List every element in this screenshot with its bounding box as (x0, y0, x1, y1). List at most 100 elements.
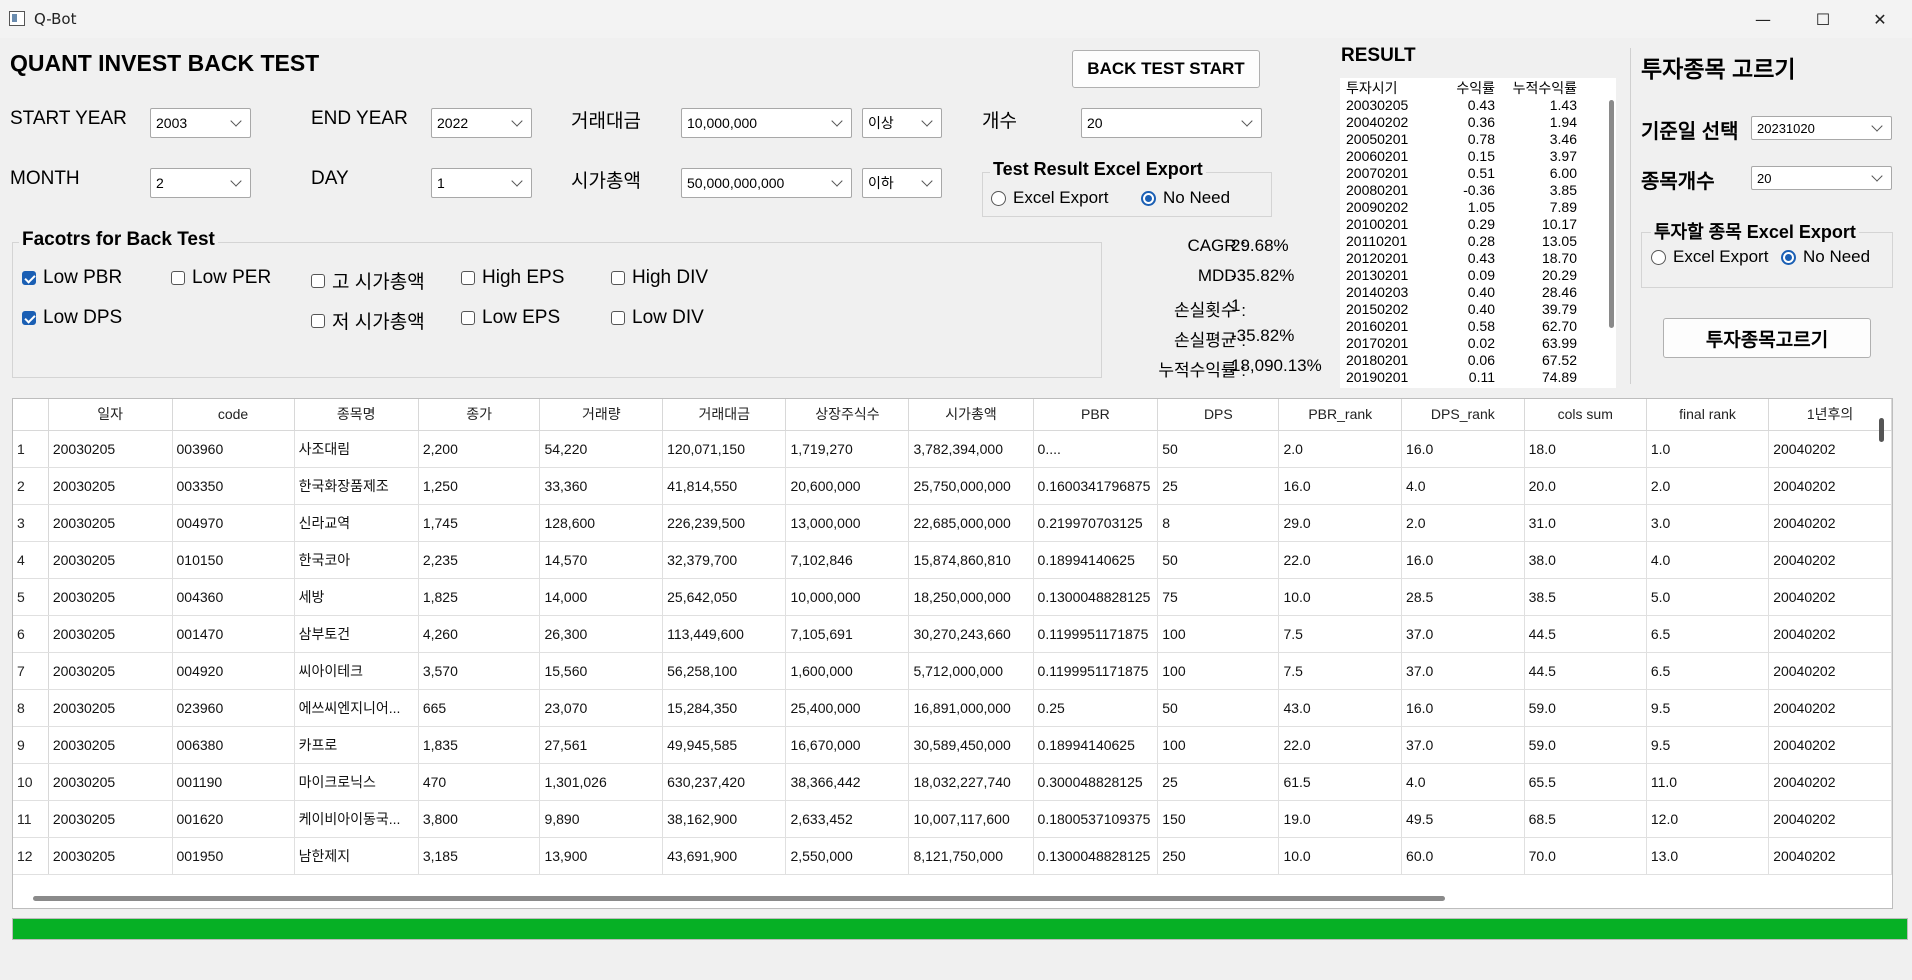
table-cell[interactable]: 113,449,600 (662, 615, 787, 653)
table-cell[interactable]: 0.18994140625 (1033, 541, 1159, 579)
column-header[interactable]: 상장주식수 (785, 399, 910, 431)
table-cell[interactable]: 0.1600341796875 (1033, 467, 1159, 505)
table-cell[interactable]: 50 (1157, 689, 1280, 727)
table-cell[interactable]: 16,891,000,000 (908, 689, 1034, 727)
table-cell[interactable]: 3,782,394,000 (908, 430, 1034, 468)
column-header[interactable]: 종가 (418, 399, 541, 431)
table-cell[interactable]: 1,301,026 (539, 763, 664, 801)
data-table[interactable]: 일자 code 종목명 종가 거래량 거래대금 상장주식수 시가총액 PBR DPS PBR_ran… (12, 398, 1893, 909)
column-header[interactable]: 일자 (48, 399, 173, 431)
row-number[interactable]: 10 (13, 763, 49, 801)
column-header[interactable]: final rank (1646, 399, 1770, 431)
table-cell[interactable]: 20040202 (1768, 800, 1892, 838)
table-cell[interactable]: 20040202 (1768, 689, 1892, 727)
table-cell[interactable]: 20030205 (48, 763, 173, 801)
table-row[interactable]: 2 20030205 003350 한국화장품제조 1,250 33,360 41,814,… (13, 467, 1892, 505)
table-row[interactable]: 10 20030205 001190 마이크로닉스 470 1,301,026 630,23… (13, 763, 1892, 801)
table-cell[interactable]: 20030205 (48, 430, 173, 468)
table-cell[interactable]: 18,250,000,000 (908, 578, 1034, 616)
table-cell[interactable]: 10.0 (1278, 578, 1403, 616)
table-cell[interactable]: 22.0 (1278, 726, 1403, 764)
table-cell[interactable]: 12.0 (1646, 800, 1770, 838)
table-cell[interactable]: 100 (1157, 652, 1280, 690)
table-cell[interactable]: 1,250 (418, 467, 541, 505)
table-cell[interactable]: 7,105,691 (785, 615, 910, 653)
column-header[interactable]: PBR_rank (1278, 399, 1403, 431)
row-number[interactable]: 3 (13, 504, 49, 542)
table-cell[interactable]: 70.0 (1524, 837, 1647, 875)
table-cell[interactable]: 20040202 (1768, 541, 1892, 579)
table-cell[interactable]: 20030205 (48, 541, 173, 579)
table-cell[interactable]: 004920 (172, 652, 295, 690)
table-cell[interactable]: 37.0 (1401, 615, 1525, 653)
table-cell[interactable]: 한국화장품제조 (294, 467, 419, 505)
table-cell[interactable]: 9.5 (1646, 689, 1770, 727)
column-header[interactable]: 1년후의 (1768, 399, 1892, 431)
table-cell[interactable]: 1,600,000 (785, 652, 910, 690)
table-row[interactable]: 3 20030205 004970 신라교역 1,745 128,600 226,239,5… (13, 504, 1892, 542)
table-cell[interactable]: 0.1800537109375 (1033, 800, 1159, 838)
table-cell[interactable]: 20040202 (1768, 467, 1892, 505)
table-cell[interactable]: 3.0 (1646, 504, 1770, 542)
high-div-checkbox[interactable]: High DIV (611, 267, 708, 289)
column-header[interactable]: 거래대금 (662, 399, 787, 431)
table-cell[interactable]: 22.0 (1278, 541, 1403, 579)
table-cell[interactable]: 49,945,585 (662, 726, 787, 764)
table-cell[interactable]: 4.0 (1646, 541, 1770, 579)
table-cell[interactable]: 27,561 (539, 726, 664, 764)
column-header[interactable]: PBR (1033, 399, 1159, 431)
table-cell[interactable]: 100 (1157, 615, 1280, 653)
table-cell[interactable]: 1,835 (418, 726, 541, 764)
table-cell[interactable]: 8,121,750,000 (908, 837, 1034, 875)
table-cell[interactable]: 0.300048828125 (1033, 763, 1159, 801)
maximize-button[interactable]: ☐ (1795, 0, 1851, 38)
table-cell[interactable]: 삼부토건 (294, 615, 419, 653)
table-cell[interactable]: 001190 (172, 763, 295, 801)
table-cell[interactable]: 32,379,700 (662, 541, 787, 579)
table-cell[interactable]: 세방 (294, 578, 419, 616)
table-row[interactable]: 8 20030205 023960 에쓰씨엔지니어... 665 23,070 15,284… (13, 689, 1892, 727)
table-cell[interactable]: 43.0 (1278, 689, 1403, 727)
corner-header[interactable] (13, 399, 49, 431)
table-row[interactable]: 4 20030205 010150 한국코아 2,235 14,570 32,379,700… (13, 541, 1892, 579)
table-cell[interactable]: 25 (1157, 763, 1280, 801)
table-cell[interactable]: 003350 (172, 467, 295, 505)
table-row[interactable]: 7 20030205 004920 씨아이테크 3,570 15,560 56,258,10… (13, 652, 1892, 690)
table-cell[interactable]: 33,360 (539, 467, 664, 505)
table-cell[interactable]: 630,237,420 (662, 763, 787, 801)
table-cell[interactable]: 20.0 (1524, 467, 1647, 505)
table-cell[interactable]: 0.1199951171875 (1033, 652, 1159, 690)
table-cell[interactable]: 3,570 (418, 652, 541, 690)
table-cell[interactable]: 38,366,442 (785, 763, 910, 801)
count-select[interactable]: 20 (1081, 108, 1262, 138)
volume-select[interactable]: 10,000,000 (681, 108, 852, 138)
table-cell[interactable]: 23,070 (539, 689, 664, 727)
table-cell[interactable]: 0.1300048828125 (1033, 578, 1159, 616)
table-cell[interactable]: 38,162,900 (662, 800, 787, 838)
table-cell[interactable]: 50 (1157, 430, 1280, 468)
row-number[interactable]: 11 (13, 800, 49, 838)
low-dps-checkbox[interactable]: Low DPS (22, 307, 122, 329)
table-cell[interactable]: 28.5 (1401, 578, 1525, 616)
table-cell[interactable]: 226,239,500 (662, 504, 787, 542)
table-row[interactable]: 12 20030205 001950 남한제지 3,185 13,900 43,691,90… (13, 837, 1892, 875)
table-cell[interactable]: 4.0 (1401, 467, 1525, 505)
table-row[interactable]: 6 20030205 001470 삼부토건 4,260 26,300 113,449,60… (13, 615, 1892, 653)
table-cell[interactable]: 씨아이테크 (294, 652, 419, 690)
table-cell[interactable]: 023960 (172, 689, 295, 727)
table-cell[interactable]: 20040202 (1768, 763, 1892, 801)
table-cell[interactable]: 7.5 (1278, 615, 1403, 653)
month-select[interactable]: 2 (150, 168, 251, 198)
table-cell[interactable]: 006380 (172, 726, 295, 764)
table-cell[interactable]: 150 (1157, 800, 1280, 838)
table-cell[interactable]: 60.0 (1401, 837, 1525, 875)
table-cell[interactable]: 7,102,846 (785, 541, 910, 579)
table-cell[interactable]: 26,300 (539, 615, 664, 653)
table-cell[interactable]: 13,900 (539, 837, 664, 875)
table-cell[interactable]: 120,071,150 (662, 430, 787, 468)
table-cell[interactable]: 0.... (1033, 430, 1159, 468)
table-cell[interactable]: 20030205 (48, 652, 173, 690)
table-cell[interactable]: 13,000,000 (785, 504, 910, 542)
excel-export-radio[interactable]: Excel Export (991, 188, 1108, 208)
table-cell[interactable]: 20,600,000 (785, 467, 910, 505)
